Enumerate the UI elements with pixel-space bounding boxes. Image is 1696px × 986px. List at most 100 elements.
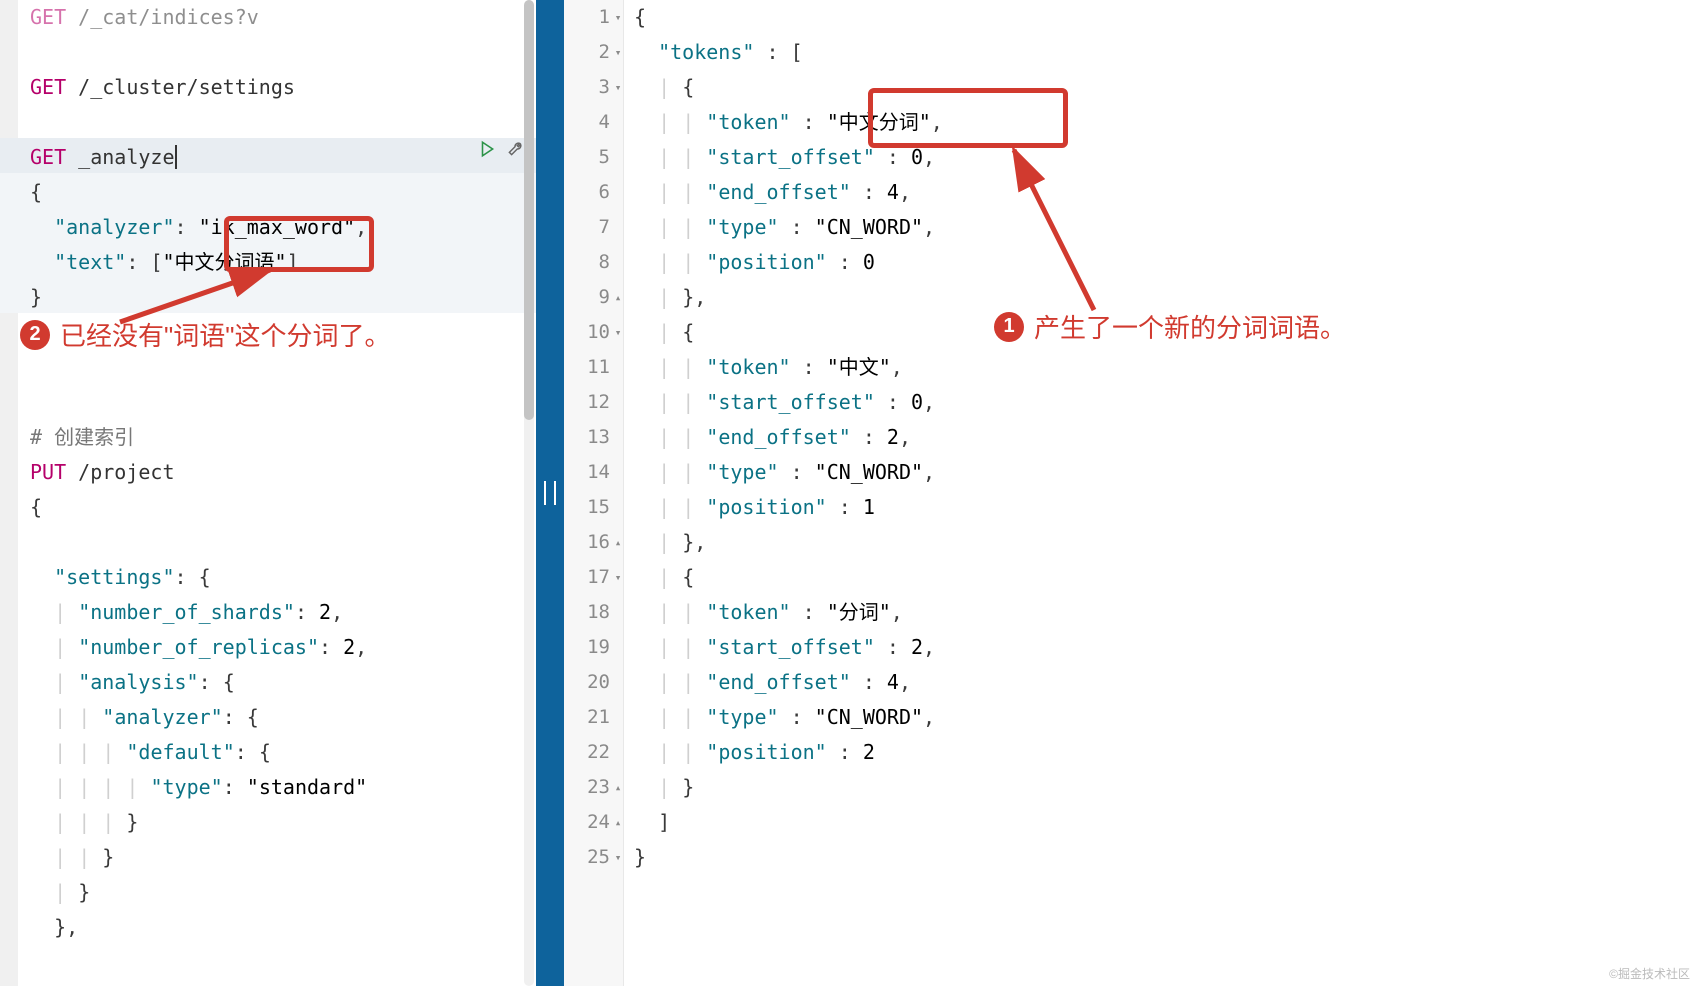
fold-marker[interactable] — [612, 350, 624, 385]
fold-marker[interactable] — [612, 175, 624, 210]
fold-marker[interactable] — [612, 455, 624, 490]
code-line[interactable]: # 创建索引 — [30, 420, 528, 455]
code-line[interactable]: | | | "default": { — [30, 735, 528, 770]
code-line[interactable]: | "number_of_replicas": 2, — [30, 630, 528, 665]
line-number: 16 — [564, 525, 612, 560]
code-line[interactable] — [30, 350, 528, 385]
code-line[interactable]: "tokens" : [ — [634, 35, 1696, 70]
code-line[interactable]: | }, — [634, 280, 1696, 315]
code-line[interactable]: | { — [634, 560, 1696, 595]
code-line[interactable]: PUT /project — [30, 455, 528, 490]
code-line[interactable]: "settings": { — [30, 560, 528, 595]
code-line[interactable]: | { — [634, 70, 1696, 105]
fold-marker[interactable]: ▴ — [612, 525, 624, 560]
fold-marker[interactable] — [612, 665, 624, 700]
right-code-area[interactable]: { "tokens" : [ | { | | "token" : "中文分词",… — [634, 0, 1696, 875]
fold-marker[interactable]: ▾ — [612, 840, 624, 875]
fold-marker[interactable]: ▾ — [612, 560, 624, 595]
code-line[interactable]: } — [634, 840, 1696, 875]
code-line[interactable]: | { — [634, 315, 1696, 350]
fold-marker[interactable]: ▴ — [612, 805, 624, 840]
code-line[interactable]: ] — [634, 805, 1696, 840]
line-number: 18 — [564, 595, 612, 630]
code-line[interactable]: | | "analyzer": { — [30, 700, 528, 735]
code-line[interactable] — [30, 315, 528, 350]
code-line[interactable]: | | "start_offset" : 0, — [634, 140, 1696, 175]
fold-marker[interactable] — [612, 210, 624, 245]
code-line[interactable]: | "number_of_shards": 2, — [30, 595, 528, 630]
fold-marker[interactable] — [612, 700, 624, 735]
code-line[interactable]: GET _analyze — [30, 140, 528, 175]
code-line[interactable]: "text": ["中文分词语"] — [30, 245, 528, 280]
line-number: 3 — [564, 70, 612, 105]
line-number: 9 — [564, 280, 612, 315]
fold-column[interactable]: ▾▾▾▴▾▴▾▴▴▾ — [612, 0, 624, 875]
code-line[interactable] — [30, 105, 528, 140]
code-line[interactable]: | | } — [30, 840, 528, 875]
code-line[interactable] — [30, 525, 528, 560]
left-scroll-thumb[interactable] — [524, 0, 534, 420]
code-line[interactable]: } — [30, 280, 528, 315]
fold-marker[interactable] — [612, 420, 624, 455]
line-number: 1 — [564, 0, 612, 35]
code-line[interactable]: GET /_cluster/settings — [30, 70, 528, 105]
code-line[interactable]: | "analysis": { — [30, 665, 528, 700]
fold-marker[interactable] — [612, 595, 624, 630]
code-line[interactable]: "analyzer": "ik_max_word", — [30, 210, 528, 245]
line-number: 12 — [564, 385, 612, 420]
code-line[interactable]: | }, — [634, 525, 1696, 560]
code-line[interactable]: GET /_cat/indices?v — [30, 0, 528, 35]
code-line[interactable]: | | "type" : "CN_WORD", — [634, 700, 1696, 735]
run-icon[interactable] — [476, 138, 498, 160]
code-line[interactable]: | } — [30, 875, 528, 910]
code-line[interactable] — [30, 385, 528, 420]
code-line[interactable]: | | "start_offset" : 0, — [634, 385, 1696, 420]
line-number: 24 — [564, 805, 612, 840]
code-line[interactable]: | | "token" : "中文分词", — [634, 105, 1696, 140]
fold-marker[interactable]: ▴ — [612, 280, 624, 315]
request-editor-pane[interactable]: GET /_cat/indices?v GET /_cluster/settin… — [0, 0, 536, 986]
fold-marker[interactable] — [612, 245, 624, 280]
left-code-area[interactable]: GET /_cat/indices?v GET /_cluster/settin… — [30, 0, 528, 945]
code-line[interactable]: | | "token" : "中文", — [634, 350, 1696, 385]
code-line[interactable]: }, — [30, 910, 528, 945]
fold-marker[interactable] — [612, 140, 624, 175]
fold-marker[interactable]: ▾ — [612, 35, 624, 70]
response-pane[interactable]: 1234567891011121314151617181920212223242… — [564, 0, 1696, 986]
code-line[interactable]: | | "end_offset" : 4, — [634, 665, 1696, 700]
fold-marker[interactable]: ▴ — [612, 770, 624, 805]
line-number: 20 — [564, 665, 612, 700]
fold-marker[interactable] — [612, 490, 624, 525]
code-line[interactable]: | | "type" : "CN_WORD", — [634, 210, 1696, 245]
code-line[interactable]: | | | | "type": "standard" — [30, 770, 528, 805]
fold-marker[interactable] — [612, 630, 624, 665]
code-line[interactable]: | | "end_offset" : 4, — [634, 175, 1696, 210]
code-line[interactable]: | | "position" : 2 — [634, 735, 1696, 770]
code-line[interactable]: | } — [634, 770, 1696, 805]
code-line[interactable]: | | | } — [30, 805, 528, 840]
wrench-icon[interactable] — [504, 138, 526, 160]
code-line[interactable]: | | "start_offset" : 2, — [634, 630, 1696, 665]
code-line[interactable]: | | "position" : 1 — [634, 490, 1696, 525]
code-line[interactable]: { — [30, 490, 528, 525]
line-number: 11 — [564, 350, 612, 385]
fold-marker[interactable]: ▾ — [612, 70, 624, 105]
code-line[interactable]: | | "token" : "分词", — [634, 595, 1696, 630]
code-line[interactable]: | | "position" : 0 — [634, 245, 1696, 280]
line-number: 4 — [564, 105, 612, 140]
left-scrollbar[interactable] — [524, 0, 534, 986]
fold-marker[interactable] — [612, 105, 624, 140]
watermark: ©掘金技术社区 — [1609, 965, 1690, 982]
code-line[interactable]: { — [634, 0, 1696, 35]
code-line[interactable]: | | "type" : "CN_WORD", — [634, 455, 1696, 490]
code-line[interactable]: { — [30, 175, 528, 210]
code-line[interactable] — [30, 35, 528, 70]
fold-marker[interactable]: ▾ — [612, 0, 624, 35]
fold-marker[interactable] — [612, 385, 624, 420]
splitter-handle[interactable] — [536, 0, 564, 986]
line-number: 6 — [564, 175, 612, 210]
line-number: 23 — [564, 770, 612, 805]
fold-marker[interactable]: ▾ — [612, 315, 624, 350]
code-line[interactable]: | | "end_offset" : 2, — [634, 420, 1696, 455]
fold-marker[interactable] — [612, 735, 624, 770]
